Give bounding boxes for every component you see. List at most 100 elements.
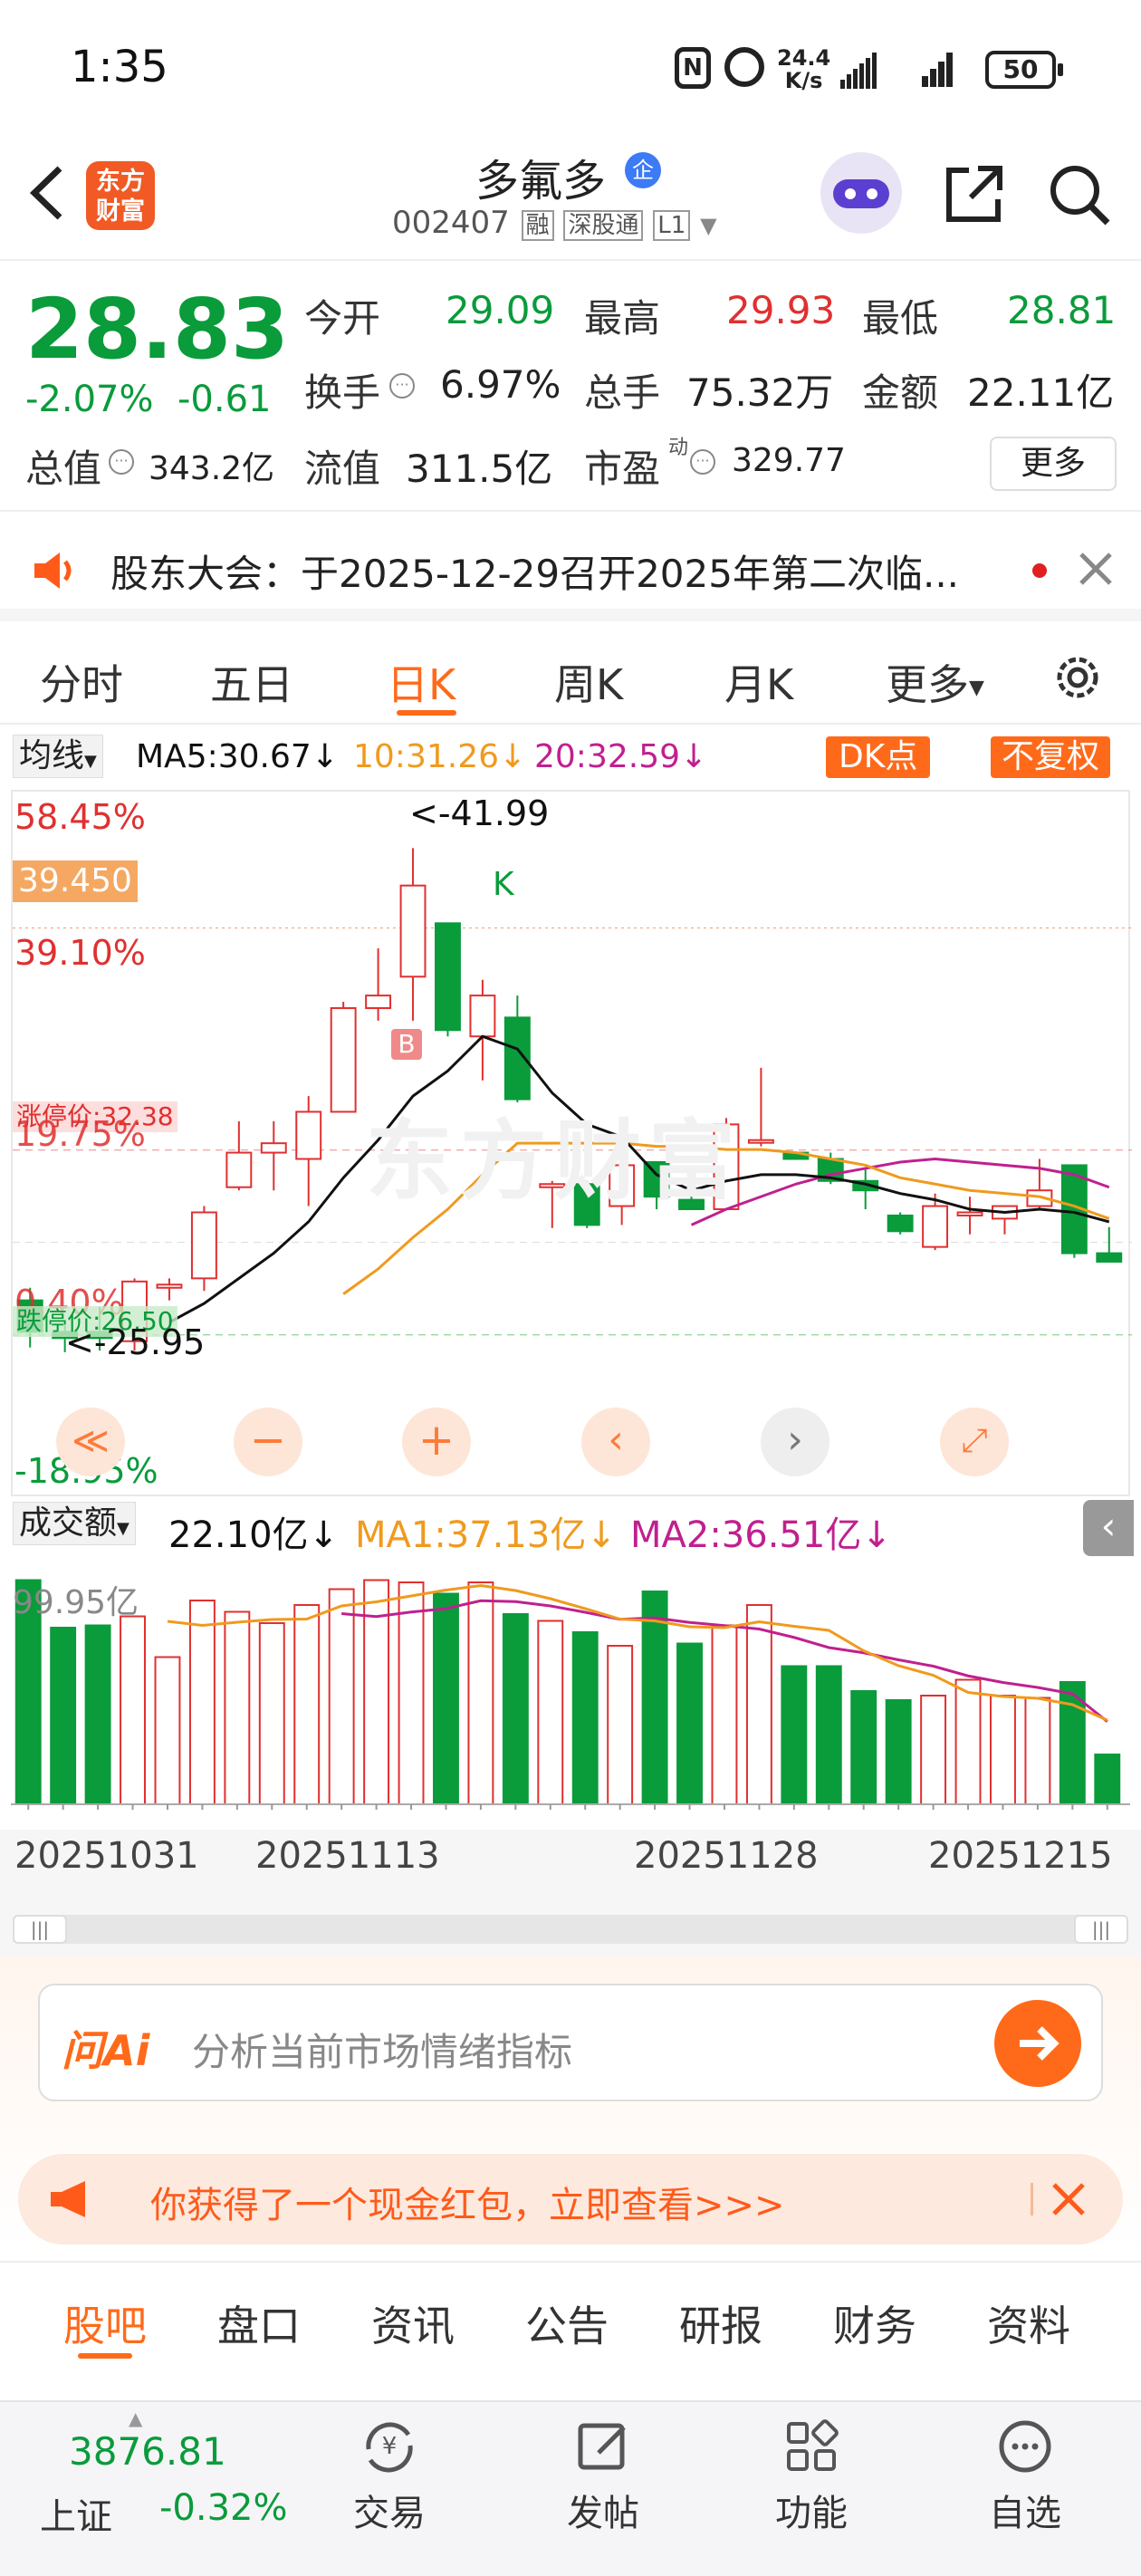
brand-logo[interactable]: 东方 财富 [86,161,155,230]
promo-close-button[interactable] [1049,2179,1088,2223]
zoom-in-button[interactable]: + [402,1408,471,1476]
watermark: 东方财富 [366,1110,743,1212]
grid-icon [787,2419,839,2471]
tab-profile[interactable]: 资料 [987,2293,1070,2353]
back-button[interactable] [22,161,76,225]
range-slider[interactable]: ||| ||| [13,1915,1128,1944]
share-button[interactable] [942,161,1007,230]
volume-bar [571,1631,599,1805]
robot-assistant-icon[interactable] [820,152,902,234]
promo-bar[interactable]: 你获得了一个现金红包，立即查看>>> [18,2154,1123,2244]
last-price: 28.83 [25,281,290,378]
nav-trade-label: 交易 [353,2493,426,2534]
tab-more-label: 更多 [886,660,969,709]
tab-handicap[interactable]: 盘口 [217,2293,301,2353]
volume-bar [258,1622,285,1805]
volume-label: 总手 [584,370,661,415]
caret-icon-2: ▼ [117,1519,129,1538]
volume-bar [502,1613,529,1805]
more-button[interactable]: 更多 [990,437,1117,491]
nav-trade[interactable]: ¥ 交易 [335,2413,444,2536]
tab-more[interactable]: 更多▼ [886,652,984,712]
edit-icon [578,2423,626,2470]
nav-watchlist[interactable]: 自选 [971,2413,1079,2536]
candle-body [225,1151,253,1188]
amount-label: 金额 [862,370,939,415]
candle-body [330,1006,357,1113]
volume-bar [1094,1754,1121,1805]
close-icon [1079,553,1112,585]
dropdown-icon[interactable]: ▼ [700,213,716,238]
tab-research[interactable]: 研报 [679,2293,762,2353]
dk-button[interactable]: DK点 [826,736,931,778]
k-marker: K [493,866,514,903]
notice-close-button[interactable] [1076,549,1116,592]
index-up-arrow-icon: ▲ [129,2408,143,2429]
collapse-panel-button[interactable]: ‹ [1083,1500,1134,1556]
nav-post[interactable]: 发帖 [549,2413,657,2536]
adjust-button[interactable]: 不复权 [991,736,1111,778]
scroll-far-left-button[interactable]: ≪ [56,1408,125,1476]
pe-value: 329.77 [732,442,846,479]
scroll-left-button[interactable]: ‹ [581,1408,650,1476]
nav-post-label: 发帖 [567,2493,639,2534]
zoom-out-button[interactable]: − [234,1408,302,1476]
open-label: 今开 [304,296,381,341]
stock-code: 002407 [392,205,510,241]
quote-panel: 28.83 -2.07% -0.61 今开 29.09 最高 29.93 最低 … [0,263,1141,512]
battery-level: 50 [1002,54,1039,84]
info-icon[interactable]: ··· [389,373,415,399]
change-value: -0.61 [177,379,272,420]
candle-body [295,1110,322,1160]
volume-chart[interactable]: 99.95亿 [11,1560,1130,1822]
tab-intraday[interactable]: 分时 [40,652,123,712]
tab-news[interactable]: 资讯 [371,2293,455,2353]
ai-send-button[interactable] [994,2000,1081,2087]
tab-monthly-k[interactable]: 月K [724,652,793,712]
volume-bar [1024,1697,1051,1805]
range-handle-right[interactable]: ||| [1074,1915,1128,1944]
index-quote[interactable]: ▲ 3876.81 上证 -0.32% [0,2402,299,2576]
search-button[interactable] [1046,161,1111,230]
tab-forum[interactable]: 股吧 [63,2293,147,2353]
volume-bar [328,1588,355,1805]
stock-name: 多氟多 [475,156,607,207]
volume-select-label: 成交额 [19,1504,118,1542]
promo-text: 你获得了一个现金红包，立即查看>>> [150,2185,785,2226]
notice-bar[interactable]: 股东大会：于2025-12-29召开2025年第二次临... [0,516,1141,621]
mcap-info-icon[interactable]: ··· [109,449,134,475]
yen-cycle-icon: ¥ [366,2422,413,2473]
nav-functions[interactable]: 功能 [757,2413,866,2536]
net-speed-unit: K/s [784,68,823,93]
candle-body [922,1205,949,1248]
volume-bar [467,1581,494,1805]
settings-button[interactable] [1050,650,1105,708]
low-value: 28.81 [1007,288,1117,332]
tab-finance[interactable]: 财务 [833,2293,916,2353]
volume-bar [954,1678,982,1805]
pe-info-icon[interactable]: ··· [690,449,715,475]
volume-bar [120,1615,146,1805]
tab-daily-k[interactable]: 日K [387,652,455,712]
amount-value: 22.11亿 [967,370,1115,415]
tab-weekly-k[interactable]: 周K [554,652,623,712]
pct-top: 58.45% [14,797,146,837]
kline-chart[interactable]: 东方财富 58.45% 39.450 39.10% 涨停价:32.38 19.7… [11,790,1132,1496]
signal-icon [840,53,878,89]
fullscreen-button[interactable]: ⤢ [940,1408,1009,1476]
ma-select[interactable]: 均线▼ [13,735,103,778]
scroll-right-button[interactable]: › [761,1408,829,1476]
pe-label: 市盈 [584,447,661,491]
tab-announcements[interactable]: 公告 [525,2293,609,2353]
candle-body [747,1139,774,1144]
stock-header: 东方 财富 多氟多 企 002407 融 深股通 L1 ▼ [0,145,1141,261]
caret-icon: ▼ [84,752,97,771]
ai-input[interactable]: 问Ai 分析当前市场情绪指标 [38,1984,1103,2101]
volume-bar [50,1627,77,1805]
signal-icon-2 [922,53,954,89]
candle-body [1096,1252,1123,1263]
tab-active-indicator [397,710,456,716]
tab-five-day[interactable]: 五日 [210,652,293,712]
volume-select[interactable]: 成交额▼ [13,1502,136,1545]
range-handle-left[interactable]: ||| [13,1915,67,1944]
